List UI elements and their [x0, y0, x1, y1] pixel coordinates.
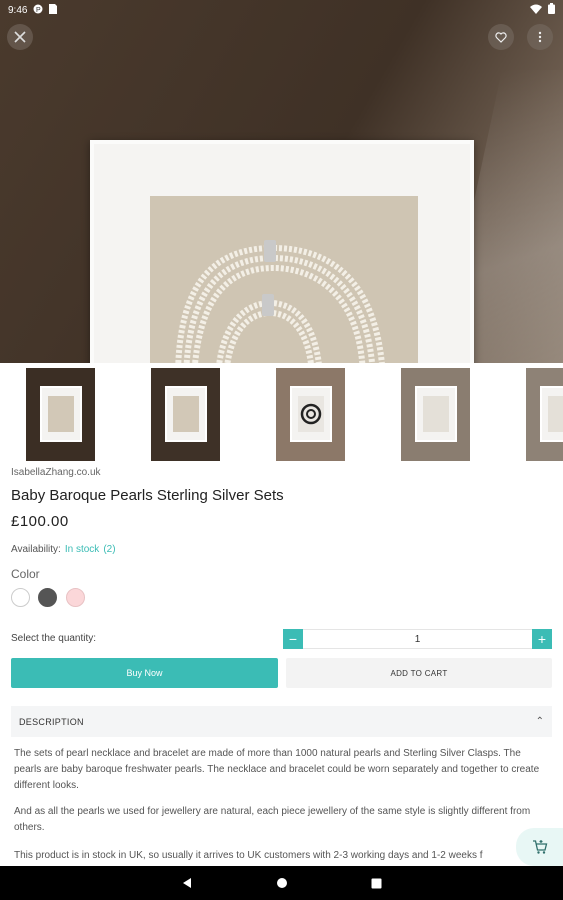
status-right	[530, 3, 555, 17]
close-button[interactable]	[7, 24, 33, 50]
color-swatch-white[interactable]	[11, 588, 30, 607]
product-hero-image	[0, 0, 563, 363]
thumbnail-2[interactable]	[151, 368, 220, 461]
seller-name[interactable]: IsabellaZhang.co.uk	[11, 467, 101, 478]
color-swatch-pink[interactable]	[66, 588, 85, 607]
quantity-decrease-button[interactable]: −	[283, 629, 303, 649]
thumbnail-mat	[423, 396, 449, 432]
stock-count: (2)	[103, 544, 116, 555]
status-bar: 9:46 P	[0, 0, 563, 20]
battery-icon	[548, 3, 555, 17]
notification-app-icon: P	[33, 4, 43, 17]
thumbnail-frame	[165, 386, 207, 442]
add-to-cart-button[interactable]: ADD TO CART	[286, 658, 552, 688]
thumbnail-frame	[40, 386, 82, 442]
quantity-label: Select the quantity:	[11, 633, 97, 644]
thumbnail-mat	[548, 396, 563, 432]
product-title: Baby Baroque Pearls Sterling Silver Sets	[11, 487, 284, 504]
more-options-button[interactable]	[527, 24, 553, 50]
status-left: 9:46 P	[8, 3, 58, 17]
status-time: 9:46	[8, 4, 28, 16]
color-label: Color	[11, 567, 40, 581]
description-accordion-header[interactable]: DESCRIPTION ⌃	[11, 706, 552, 737]
thumbnail-mat	[173, 396, 199, 432]
picture-frame	[90, 140, 474, 363]
product-price: £100.00	[11, 513, 69, 530]
cart-icon	[532, 840, 547, 854]
thumbnail-frame	[290, 386, 332, 442]
nav-home-button[interactable]	[272, 873, 292, 893]
buy-now-button[interactable]: Buy Now	[11, 658, 278, 688]
description-paragraph-2: And as all the pearls we used for jewell…	[14, 806, 531, 833]
availability-label: Availability:	[11, 544, 61, 555]
svg-text:P: P	[36, 7, 41, 14]
circle-home-icon	[276, 878, 287, 888]
square-recents-icon	[371, 878, 382, 888]
favorite-button[interactable]	[488, 24, 514, 50]
chevron-up-icon: ⌃	[535, 716, 544, 727]
close-icon	[14, 31, 26, 43]
wifi-icon	[530, 4, 542, 17]
black-pearl-spiral-illustration	[300, 403, 322, 425]
thumbnail-frame	[415, 386, 457, 442]
sim-card-icon	[49, 3, 58, 17]
thumbnail-mat	[298, 396, 324, 432]
pearl-necklace-illustration	[175, 240, 385, 363]
thumbnail-4[interactable]	[401, 368, 470, 461]
color-swatch-gray[interactable]	[38, 588, 57, 607]
frame-mat	[150, 196, 418, 363]
quantity-stepper: − +	[283, 629, 552, 649]
description-paragraph-1: The sets of pearl necklace and bracelet …	[14, 748, 540, 791]
thumbnail-mat	[48, 396, 74, 432]
more-vert-icon	[538, 31, 542, 43]
triangle-back-icon	[182, 878, 191, 888]
thumbnail-frame	[540, 386, 563, 442]
floating-cart-button[interactable]	[516, 828, 563, 866]
availability: Availability: In stock (2)	[11, 544, 116, 555]
thumbnail-strip	[0, 363, 563, 467]
description-paragraph-3: This product is in stock in UK, so usual…	[14, 850, 483, 861]
system-nav-bar	[0, 866, 563, 900]
nav-recents-button[interactable]	[367, 873, 387, 893]
product-page: 9:46 P IsabellaZhang.co.uk Baby Baroque …	[0, 0, 563, 900]
quantity-input[interactable]	[308, 630, 527, 648]
quantity-increase-button[interactable]: +	[532, 629, 552, 649]
stock-status: In stock	[64, 544, 100, 555]
heart-icon	[495, 31, 507, 43]
thumbnail-1[interactable]	[26, 368, 95, 461]
nav-back-button[interactable]	[177, 873, 197, 893]
thumbnail-5[interactable]	[526, 368, 563, 461]
thumbnail-3[interactable]	[276, 368, 345, 461]
description-title: DESCRIPTION	[19, 716, 84, 727]
